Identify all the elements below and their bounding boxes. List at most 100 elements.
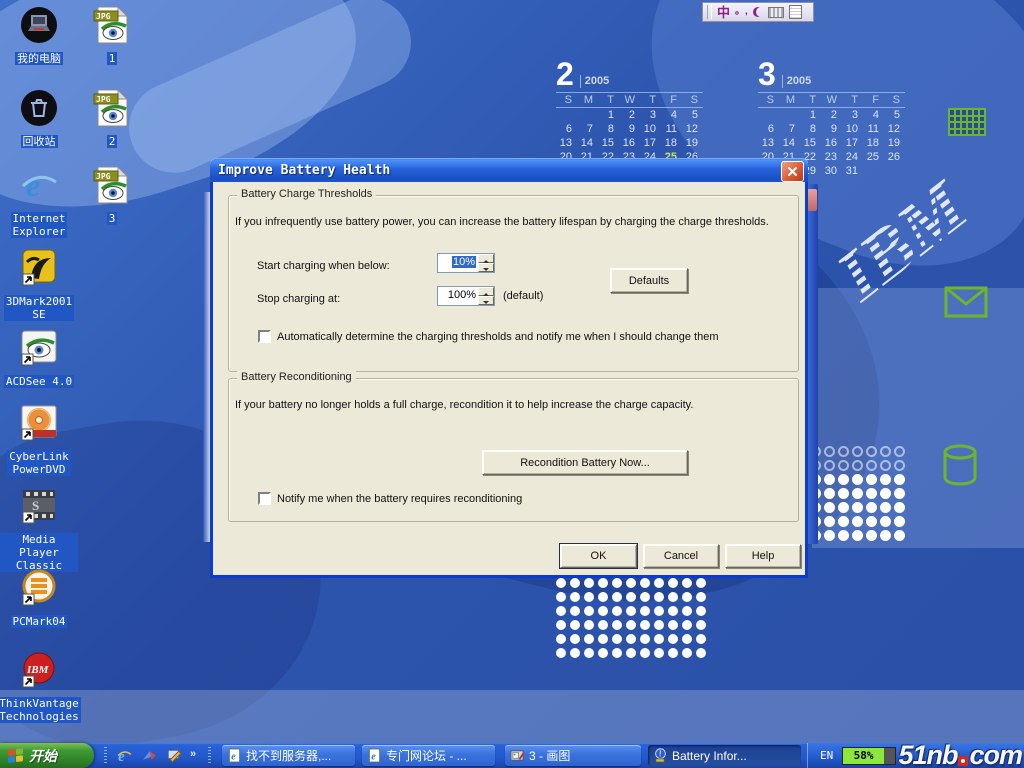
quicklaunch-messenger-icon[interactable]: [141, 747, 158, 764]
wallpaper-dot: [838, 460, 849, 471]
wallpaper-dot: [894, 474, 905, 485]
battery-meter[interactable]: 58%: [843, 748, 895, 764]
calendar-day-cell: 19: [884, 136, 905, 150]
ime-mode-indicator[interactable]: 中: [717, 6, 730, 19]
desktop-icon-my-computer[interactable]: 我的电脑: [0, 5, 78, 65]
quicklaunch-ie-icon[interactable]: e: [116, 747, 133, 764]
calendar-day-cell: 18: [863, 136, 884, 150]
desktop-icon-powerdvd[interactable]: CyberLink PowerDVD: [0, 403, 78, 476]
start-charging-label: Start charging when below:: [257, 260, 390, 272]
3dmark-icon: [19, 248, 59, 293]
wallpaper-dot: [838, 474, 849, 485]
spin-up-button[interactable]: [478, 287, 494, 296]
desktop-icon-thinkvantage[interactable]: IBMThinkVantage Technologies: [0, 650, 78, 723]
calendar-day-header: S: [682, 92, 703, 108]
calendar-day-cell: 15: [598, 136, 619, 150]
wallpaper-dot: [584, 634, 594, 644]
ime-keyboard-icon[interactable]: [768, 7, 784, 18]
wallpaper-dot: [824, 530, 835, 541]
taskbar-button-3[interactable]: 3 - 画图: [505, 745, 641, 766]
wallpaper-dot: [570, 620, 580, 630]
wallpaper-dot: [880, 502, 891, 513]
wallpaper-dot: [838, 446, 849, 457]
desktop-icon-3dmark[interactable]: 3DMark2001 SE: [0, 248, 78, 321]
ime-drag-handle[interactable]: [707, 5, 712, 19]
my-computer-icon: [19, 5, 59, 50]
taskbar-button-1[interactable]: e找不到服务器,...: [222, 745, 355, 766]
wallpaper-dot: [894, 516, 905, 527]
taskbar-separator: [208, 747, 211, 764]
wallpaper-dot: [584, 592, 594, 602]
desktop-icon-label: CyberLink PowerDVD: [7, 450, 71, 476]
calendar-day-cell: 11: [863, 122, 884, 136]
notify-recondition-label[interactable]: Notify me when the battery requires reco…: [277, 493, 522, 505]
help-button[interactable]: Help: [725, 544, 801, 568]
desktop-icon-jpg-3[interactable]: JPG3: [80, 165, 144, 225]
wallpaper-dot: [584, 620, 594, 630]
desktop-icon-recycle-bin[interactable]: 回收站: [0, 88, 78, 148]
quicklaunch-show-desktop-icon[interactable]: [166, 747, 183, 764]
ok-button[interactable]: OK: [560, 544, 637, 568]
desktop-icon-jpg-2[interactable]: JPG2: [80, 88, 144, 148]
dialog-title-bar[interactable]: Improve Battery Health: [210, 158, 808, 182]
wallpaper-dot: [612, 606, 622, 616]
calendar-day-cell: 19: [682, 136, 703, 150]
ime-menu-icon[interactable]: [789, 5, 802, 19]
calendar-day-cell: 13: [758, 136, 779, 150]
wallpaper-dot: [612, 634, 622, 644]
wallpaper-dot: [852, 516, 863, 527]
wallpaper-dot: [640, 606, 650, 616]
wallpaper-dot: [894, 502, 905, 513]
wallpaper-dot: [696, 620, 706, 630]
stop-charging-spinner[interactable]: 100%: [437, 286, 495, 306]
wallpaper-dot: [598, 592, 608, 602]
desktop-icon-mpc[interactable]: SMedia Player Classic: [0, 486, 78, 572]
desktop-icon-label: 1: [107, 52, 118, 65]
desktop-icon-label: 3DMark2001 SE: [4, 295, 74, 321]
calendar-day-cell: 10: [842, 122, 863, 136]
quicklaunch-overflow-chevron[interactable]: »: [190, 748, 196, 760]
spin-up-button[interactable]: [478, 254, 494, 263]
calendar-day-cell: 26: [884, 150, 905, 164]
spin-down-button[interactable]: [478, 296, 494, 305]
group-title: Battery Charge Thresholds: [237, 188, 376, 200]
spin-down-button[interactable]: [478, 263, 494, 272]
defaults-button[interactable]: Defaults: [610, 268, 688, 293]
calendar-day-cell: 17: [640, 136, 661, 150]
language-indicator[interactable]: EN: [820, 749, 833, 762]
close-button[interactable]: [781, 161, 804, 182]
recondition-battery-button[interactable]: Recondition Battery Now...: [482, 450, 688, 475]
calendar-day-header: M: [779, 92, 800, 108]
desktop-icon-label: Media Player Classic: [0, 533, 78, 572]
taskbar-separator: [104, 747, 107, 764]
desktop-icon-internet-explorer[interactable]: eInternet Explorer: [0, 165, 78, 238]
svg-text:e: e: [371, 751, 376, 762]
mpc-icon: S: [19, 486, 59, 531]
auto-determine-checkbox[interactable]: [258, 330, 271, 343]
calendar-day-header: T: [598, 92, 619, 108]
calendar-day-cell: 2: [821, 108, 842, 122]
ime-punctuation-button[interactable]: 。,: [735, 7, 748, 17]
calendar-day-cell: [556, 108, 577, 122]
ime-fullwidth-icon[interactable]: [753, 7, 763, 17]
start-charging-spinner[interactable]: 10%: [437, 253, 495, 273]
taskbar-button-4[interactable]: !Battery Infor...: [648, 745, 801, 766]
calendar-day-cell: [758, 108, 779, 122]
desktop-icon-acdsee[interactable]: ACDSee 4.0: [0, 328, 78, 388]
jpg-file-icon: JPG: [92, 5, 132, 50]
calendar-header: 22005: [556, 56, 703, 88]
wallpaper-dot: [556, 592, 566, 602]
start-button[interactable]: 开始: [0, 743, 94, 768]
desktop-icon-label: ACDSee 4.0: [4, 375, 74, 388]
cancel-button[interactable]: Cancel: [643, 544, 719, 568]
notify-recondition-checkbox[interactable]: [258, 492, 271, 505]
svg-text:IBM: IBM: [26, 664, 50, 676]
calendar-day-cell: 11: [661, 122, 682, 136]
desktop-icon-jpg-1[interactable]: JPG 1: [80, 5, 144, 65]
desktop-icon-pcmark[interactable]: PCMark04: [0, 568, 78, 628]
taskbar-button-2[interactable]: e专门网论坛 - ...: [362, 745, 495, 766]
auto-determine-label[interactable]: Automatically determine the charging thr…: [277, 331, 718, 343]
ime-language-bar[interactable]: 中 。,: [702, 2, 814, 22]
wallpaper-dot: [654, 592, 664, 602]
svg-text:JPG: JPG: [96, 172, 111, 181]
